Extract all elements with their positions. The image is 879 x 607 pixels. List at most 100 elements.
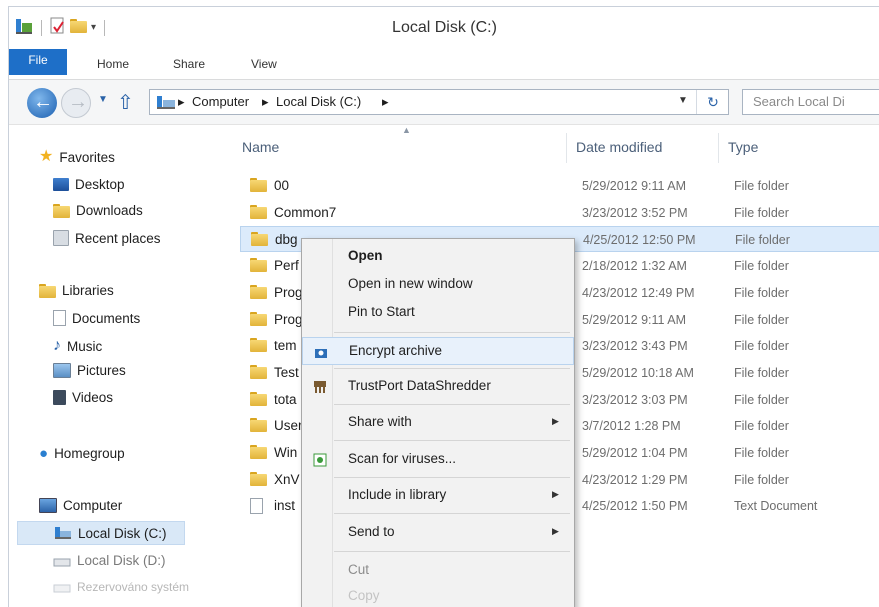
breadcrumb-computer[interactable]: Computer xyxy=(192,94,249,109)
column-header-date[interactable]: Date modified xyxy=(576,139,662,155)
menu-item-share-with[interactable]: Share with ▶ xyxy=(302,409,574,437)
file-date: 3/23/2012 3:43 PM xyxy=(582,339,688,354)
nav-pictures[interactable]: Pictures xyxy=(53,363,126,378)
folder-icon xyxy=(250,364,267,379)
file-row[interactable]: Common7 3/23/2012 3:52 PM File folder xyxy=(240,200,879,226)
file-date: 4/23/2012 12:49 PM xyxy=(582,285,695,300)
file-date: 5/29/2012 1:04 PM xyxy=(582,446,688,460)
refresh-icon[interactable]: ↻ xyxy=(696,90,729,114)
file-name: Common7 xyxy=(274,204,337,220)
file-name: Perf xyxy=(274,258,299,274)
nav-libraries-label: Libraries xyxy=(62,283,114,298)
nav-reserved-drive[interactable]: Rezervováno systém xyxy=(53,580,189,594)
address-dropdown-icon[interactable]: ▼ xyxy=(678,95,688,106)
sort-ascending-icon: ▲ xyxy=(402,125,411,135)
file-type: File folder xyxy=(734,339,789,354)
nav-pictures-label: Pictures xyxy=(77,363,126,378)
nav-documents[interactable]: Documents xyxy=(53,310,140,326)
explorer-window: ▾ Local Disk (C:) File Home Share View ←… xyxy=(8,6,879,607)
file-name: XnV xyxy=(274,471,300,487)
nav-music[interactable]: ♪ Music xyxy=(53,337,102,355)
menu-item-encrypt-archive[interactable]: Encrypt archive xyxy=(302,337,574,365)
nav-disk-c-label: Local Disk (C:) xyxy=(78,525,167,541)
breadcrumb-chevron-icon[interactable]: ▸ xyxy=(262,94,269,110)
folder-icon xyxy=(250,338,267,353)
text-document-icon xyxy=(250,498,263,515)
nav-downloads-label: Downloads xyxy=(76,203,143,218)
recent-locations-icon[interactable]: ▼ xyxy=(98,94,108,105)
menu-item-pin-to-start[interactable]: Pin to Start xyxy=(302,299,574,327)
back-button[interactable]: ← xyxy=(27,88,57,118)
menu-shredder-label: TrustPort DataShredder xyxy=(348,378,491,393)
up-icon[interactable]: ⇧ xyxy=(117,90,134,115)
menu-item-cut[interactable]: Cut xyxy=(302,557,574,585)
nav-homegroup[interactable]: ● Homegroup xyxy=(39,445,125,462)
nav-recent-places[interactable]: Recent places xyxy=(53,230,161,246)
nav-disk-d-label: Local Disk (D:) xyxy=(77,553,166,568)
search-input[interactable]: Search Local Di xyxy=(742,89,879,115)
menu-item-open-new-window[interactable]: Open in new window xyxy=(302,271,574,299)
documents-icon xyxy=(53,310,66,326)
menu-item-scan-for-viruses[interactable]: Scan for viruses... xyxy=(302,446,574,474)
nav-local-disk-d[interactable]: Local Disk (D:) xyxy=(53,553,166,568)
file-name: 00 xyxy=(274,178,290,193)
file-name: User xyxy=(274,418,303,434)
nav-libraries[interactable]: Libraries xyxy=(39,283,114,298)
nav-local-disk-c[interactable]: Local Disk (C:) xyxy=(17,521,185,545)
folder-icon xyxy=(251,232,268,247)
breadcrumb-local-disk[interactable]: Local Disk (C:) xyxy=(276,94,361,109)
menu-copy-label: Copy xyxy=(348,588,380,603)
folder-icon xyxy=(250,391,267,406)
computer-icon xyxy=(39,498,57,513)
file-date: 4/23/2012 1:29 PM xyxy=(582,472,688,487)
menu-share-label: Share with xyxy=(348,414,412,429)
libraries-icon xyxy=(39,283,56,298)
folder-icon xyxy=(250,284,267,299)
menu-send-label: Send to xyxy=(348,524,395,539)
folder-icon xyxy=(250,178,267,192)
nav-videos[interactable]: Videos xyxy=(53,390,113,405)
tab-file[interactable]: File xyxy=(9,49,67,75)
file-row[interactable]: 00 5/29/2012 9:11 AM File folder xyxy=(240,173,879,199)
folder-icon xyxy=(250,204,267,219)
drive-icon xyxy=(55,527,71,539)
nav-desktop[interactable]: Desktop xyxy=(53,177,125,192)
drive-icon xyxy=(53,558,71,566)
file-date: 2/18/2012 1:32 AM xyxy=(582,259,687,274)
nav-desktop-label: Desktop xyxy=(75,177,125,192)
address-bar[interactable]: ▸ Computer ▸ Local Disk (C:) ▸ ▼ ↻ xyxy=(149,89,729,115)
tab-home[interactable]: Home xyxy=(97,57,129,71)
menu-item-send-to[interactable]: Send to ▶ xyxy=(302,519,574,547)
submenu-arrow-icon: ▶ xyxy=(552,416,559,426)
file-type: File folder xyxy=(734,365,789,380)
nav-computer-label: Computer xyxy=(63,498,123,513)
menu-item-include-in-library[interactable]: Include in library ▶ xyxy=(302,482,574,510)
navigation-pane: ★ Favorites Desktop Downloads Recent pla… xyxy=(9,125,224,607)
nav-downloads[interactable]: Downloads xyxy=(53,203,143,218)
tab-view[interactable]: View xyxy=(251,57,277,71)
file-type: File folder xyxy=(734,312,789,327)
menu-cut-label: Cut xyxy=(348,562,370,577)
file-type: File folder xyxy=(734,259,789,274)
nav-music-label: Music xyxy=(67,338,103,354)
column-header-name[interactable]: Name xyxy=(242,139,279,155)
nav-computer[interactable]: Computer xyxy=(39,498,122,513)
folder-icon xyxy=(250,445,267,459)
nav-favorites[interactable]: ★ Favorites xyxy=(39,149,115,165)
nav-reserved-label: Rezervováno systém xyxy=(77,580,190,594)
menu-item-trustport-datashredder[interactable]: TrustPort DataShredder xyxy=(302,373,574,401)
forward-button[interactable]: → xyxy=(61,88,91,118)
menu-item-copy[interactable]: Copy xyxy=(302,583,574,607)
tab-share[interactable]: Share xyxy=(173,57,205,71)
forward-arrow-icon: → xyxy=(68,91,88,113)
breadcrumb-chevron-icon[interactable]: ▸ xyxy=(382,94,389,110)
menu-encrypt-label: Encrypt archive xyxy=(349,343,443,358)
column-header-type[interactable]: Type xyxy=(728,139,758,155)
file-type: File folder xyxy=(734,446,789,460)
breadcrumb-chevron-icon[interactable]: ▸ xyxy=(178,94,185,110)
virus-scan-icon xyxy=(312,452,328,471)
file-date: 3/23/2012 3:03 PM xyxy=(582,392,688,407)
menu-item-open[interactable]: Open xyxy=(302,243,574,271)
downloads-icon xyxy=(53,203,70,218)
file-type: File folder xyxy=(734,179,789,193)
